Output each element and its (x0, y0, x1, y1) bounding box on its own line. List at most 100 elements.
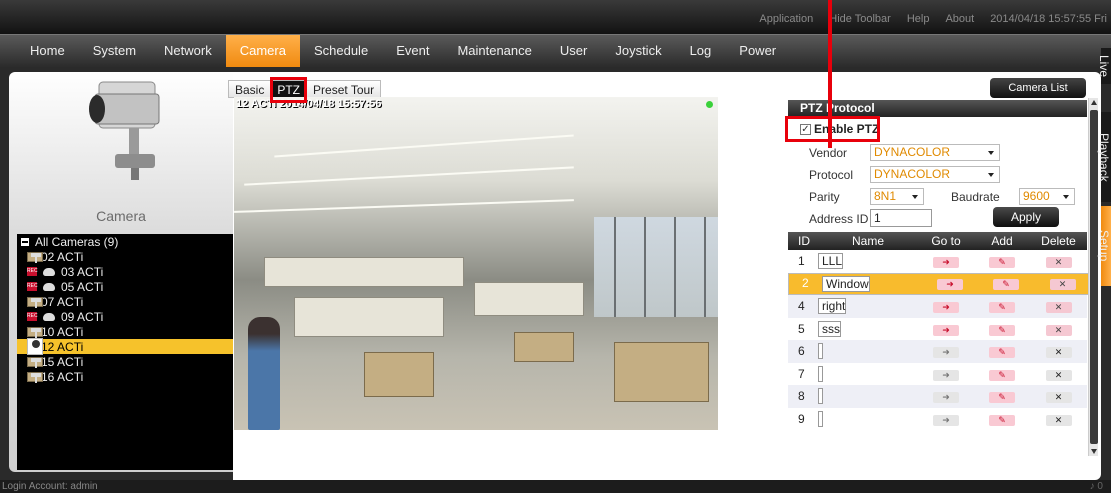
vendor-select[interactable]: DYNACOLOR (870, 144, 1000, 161)
goto-arrow-icon[interactable]: ➜ (933, 324, 959, 336)
nav-camera[interactable]: Camera (225, 35, 300, 67)
delete-x-icon[interactable]: ✕ (1045, 347, 1072, 359)
collapse-icon[interactable] (21, 237, 29, 246)
camera-name: 16 ACTi (41, 369, 84, 384)
camera-tree-item[interactable]: REC15 ACTi (17, 354, 233, 369)
camera-list-button[interactable]: Camera List (990, 78, 1086, 98)
all-cameras-node[interactable]: All Cameras (9) (17, 234, 233, 249)
cardboard-box (514, 332, 574, 362)
preset-name-input[interactable]: LLL (818, 253, 844, 270)
delete-x-icon[interactable]: ✕ (1049, 279, 1076, 291)
column-add: Add (991, 234, 1013, 248)
delete-x-icon[interactable]: ✕ (1045, 392, 1072, 404)
tab-preset-tour[interactable]: Preset Tour (306, 80, 382, 98)
goto-arrow-icon[interactable]: ➜ (937, 279, 963, 291)
column-delete: Delete (1041, 234, 1076, 248)
preset-id: 5 (798, 321, 805, 336)
rec-icon: REC (27, 267, 38, 276)
nav-event[interactable]: Event (382, 35, 443, 67)
delete-x-icon[interactable]: ✕ (1045, 414, 1072, 426)
preset-name-input[interactable] (818, 388, 823, 405)
window-view (594, 217, 718, 317)
delete-x-icon[interactable]: ✕ (1045, 369, 1072, 381)
cardboard-box (364, 352, 434, 397)
application-link[interactable]: Application (759, 13, 813, 25)
add-pencil-icon[interactable]: ✎ (989, 324, 1015, 336)
scroll-down-icon[interactable] (1091, 449, 1097, 454)
camera-tree-item[interactable]: REC 09 ACTi (17, 309, 233, 324)
delete-x-icon[interactable]: ✕ (1045, 302, 1072, 314)
login-account-text: Login Account: admin (2, 481, 98, 492)
delete-x-icon[interactable]: ✕ (1045, 324, 1072, 336)
preset-id: 4 (798, 299, 805, 314)
preset-row[interactable]: 7 ➜ ✎ ✕ (788, 362, 1087, 385)
camera-tree-item-selected[interactable]: REC12 ACTi (17, 338, 233, 355)
ptz-protocol-header: PTZ Protocol (788, 100, 1087, 117)
preset-name-input[interactable]: Window (822, 275, 870, 292)
add-pencil-icon[interactable]: ✎ (989, 392, 1015, 404)
goto-arrow-icon[interactable]: ➜ (933, 257, 959, 269)
preset-row[interactable]: 9 ➜ ✎ ✕ (788, 407, 1087, 430)
add-pencil-icon[interactable]: ✎ (989, 302, 1015, 314)
camera-tree-item[interactable]: REC02 ACTi (17, 249, 233, 264)
delete-x-icon[interactable]: ✕ (1045, 257, 1072, 269)
baudrate-select[interactable]: 9600 (1019, 188, 1075, 205)
parity-label: Parity (809, 190, 840, 204)
live-video-view[interactable]: 12 ACTi 2014/04/18 15:57:56 (234, 97, 718, 430)
nav-power[interactable]: Power (725, 35, 790, 67)
goto-arrow-icon[interactable]: ➜ (933, 347, 959, 359)
camera-name: 07 ACTi (41, 294, 84, 309)
preset-row[interactable]: 4 right ➜ ✎ ✕ (788, 295, 1087, 318)
camera-tree-item[interactable]: REC10 ACTi (17, 324, 233, 339)
add-pencil-icon[interactable]: ✎ (989, 257, 1015, 269)
preset-name-input[interactable] (818, 410, 823, 427)
preset-name-input[interactable] (818, 343, 823, 360)
scroll-up-icon[interactable] (1091, 100, 1097, 105)
goto-arrow-icon[interactable]: ➜ (933, 414, 959, 426)
camera-name: 15 ACTi (41, 354, 84, 369)
add-pencil-icon[interactable]: ✎ (993, 279, 1019, 291)
preset-name-input[interactable] (818, 365, 823, 382)
nav-user[interactable]: User (546, 35, 601, 67)
parity-select[interactable]: 8N1 (870, 188, 924, 205)
goto-arrow-icon[interactable]: ➜ (933, 302, 959, 314)
camera-tree-item[interactable]: REC 05 ACTi (17, 279, 233, 294)
tab-basic[interactable]: Basic (228, 80, 272, 98)
help-link[interactable]: Help (907, 13, 930, 25)
camera-tree-item[interactable]: REC 03 ACTi (17, 264, 233, 279)
ceiling-light (274, 134, 574, 158)
camera-tree-item[interactable]: REC07 ACTi (17, 294, 233, 309)
add-pencil-icon[interactable]: ✎ (989, 347, 1015, 359)
preset-name-input[interactable]: sss (818, 320, 841, 337)
nav-schedule[interactable]: Schedule (300, 35, 382, 67)
about-link[interactable]: About (945, 13, 974, 25)
preset-row[interactable]: 5 sss ➜ ✎ ✕ (788, 317, 1087, 340)
nav-maintenance[interactable]: Maintenance (443, 35, 545, 67)
add-pencil-icon[interactable]: ✎ (989, 369, 1015, 381)
camera-tree-item[interactable]: REC16 ACTi (17, 369, 233, 384)
baudrate-label: Baudrate (951, 190, 1000, 204)
nav-log[interactable]: Log (676, 35, 726, 67)
goto-arrow-icon[interactable]: ➜ (933, 369, 959, 381)
address-id-input[interactable]: 1 (870, 209, 932, 227)
preset-row[interactable]: 8 ➜ ✎ ✕ (788, 385, 1087, 408)
camera-sidebar: Camera All Cameras (9) REC02 ACTi REC03 … (9, 72, 233, 472)
side-tab-live[interactable]: Live (1097, 48, 1111, 84)
nav-system[interactable]: System (79, 35, 150, 67)
apply-button[interactable]: Apply (993, 207, 1059, 227)
goto-arrow-icon[interactable]: ➜ (933, 392, 959, 404)
side-tab-setup[interactable]: Setup (1097, 206, 1111, 286)
preset-row[interactable]: 6 ➜ ✎ ✕ (788, 340, 1087, 363)
nav-home[interactable]: Home (16, 35, 79, 67)
preset-id: 8 (798, 389, 805, 404)
hide-toolbar-link[interactable]: Hide Toolbar (829, 13, 891, 25)
protocol-select[interactable]: DYNACOLOR (870, 166, 1000, 183)
add-pencil-icon[interactable]: ✎ (989, 414, 1015, 426)
preset-row-selected[interactable]: 2 Window ➜ ✎ ✕ (788, 272, 1092, 295)
preset-row[interactable]: 1 LLL ➜ ✎ ✕ (788, 250, 1087, 273)
window-frame (614, 217, 616, 317)
preset-name-input[interactable]: right (818, 298, 847, 315)
side-tab-playback[interactable]: Playback (1097, 112, 1111, 202)
nav-network[interactable]: Network (150, 35, 226, 67)
nav-joystick[interactable]: Joystick (601, 35, 675, 67)
